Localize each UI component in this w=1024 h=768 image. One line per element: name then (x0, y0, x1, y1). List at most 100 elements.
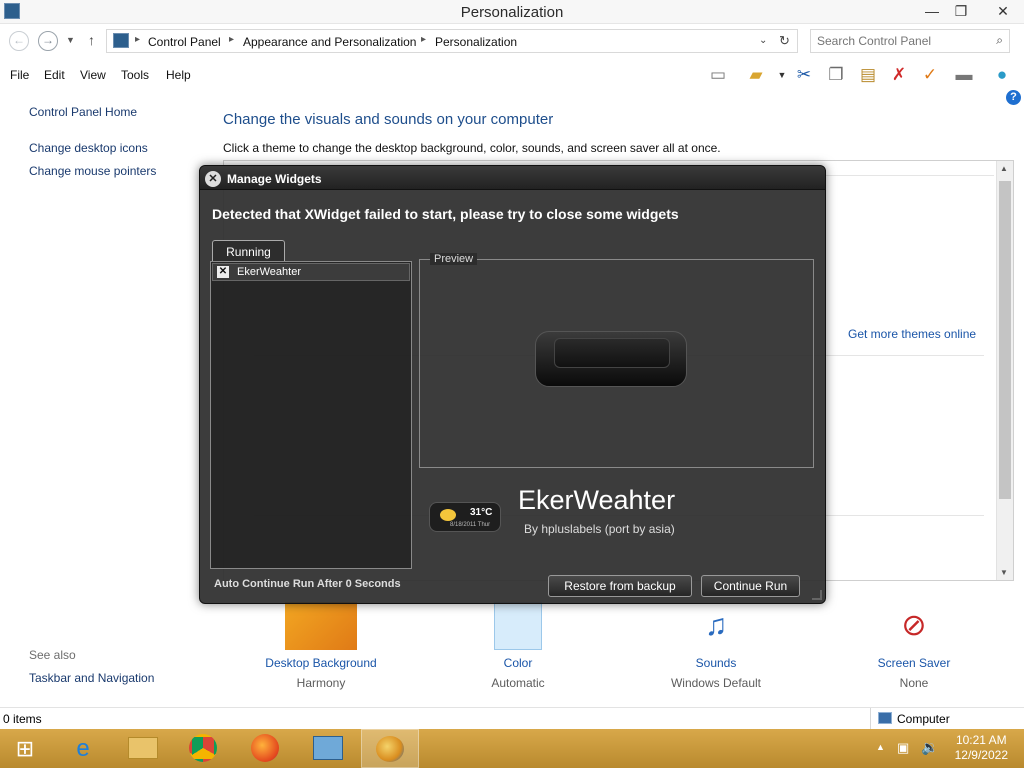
search-input[interactable] (817, 34, 977, 48)
minimize-button[interactable]: — (917, 0, 947, 22)
sounds-value: Windows Default (670, 676, 762, 690)
volume-icon[interactable]: 🔉 (921, 739, 938, 756)
menu-edit[interactable]: Edit (44, 68, 65, 82)
restore-button[interactable]: ❐ (946, 0, 976, 22)
color-item[interactable]: Color Automatic (458, 602, 578, 690)
sun-icon (440, 509, 456, 521)
scroll-up-arrow-icon[interactable]: ▲ (1000, 164, 1008, 173)
up-arrow-icon[interactable]: ↑ (88, 32, 95, 48)
taskbar-navigation-link[interactable]: Taskbar and Navigation (29, 671, 154, 685)
sounds-label[interactable]: Sounds (656, 656, 776, 670)
widget-checkbox[interactable]: ✕ (217, 266, 229, 278)
desktop-background-label[interactable]: Desktop Background (261, 656, 381, 670)
clock[interactable]: 10:21 AM 12/9/2022 (955, 733, 1008, 763)
menu-file[interactable]: File (10, 68, 29, 82)
menu-help[interactable]: Help (166, 68, 191, 82)
address-bar[interactable]: ▸ Control Panel ▸ Appearance and Persona… (106, 29, 798, 53)
back-arrow-icon[interactable]: ← (9, 31, 29, 51)
change-desktop-icons-link[interactable]: Change desktop icons (29, 141, 148, 155)
computer-icon (878, 712, 892, 724)
control-panel-home-link[interactable]: Control Panel Home (29, 105, 137, 119)
widget-author: By hpluslabels (port by asia) (524, 522, 675, 536)
screen-saver-label[interactable]: Screen Saver (854, 656, 974, 670)
screen-saver-value: None (899, 676, 929, 690)
file-explorer-icon[interactable] (114, 729, 172, 768)
tab-running[interactable]: Running (212, 240, 285, 262)
widget-title: EkerWeahter (518, 485, 676, 515)
recent-locations-chevron-icon[interactable]: ▼ (66, 35, 75, 45)
xwidget-taskbar-icon[interactable] (361, 729, 419, 768)
show-hidden-icons-chevron-icon[interactable]: ▲ (876, 742, 885, 752)
auto-continue-text: Auto Continue Run After 0 Seconds (214, 578, 401, 590)
sounds-item[interactable]: ♫ Sounds Windows Default (656, 602, 776, 690)
dialog-message: Detected that XWidget failed to start, p… (212, 206, 679, 222)
page-heading: Change the visuals and sounds on your co… (223, 111, 554, 128)
title-bar: Personalization — ❐ ✕ (0, 0, 1024, 24)
desktop-background-value: Harmony (296, 676, 346, 690)
help-icon[interactable]: ? (1006, 90, 1021, 105)
network-icon[interactable]: ▣ (897, 740, 909, 756)
breadcrumb-separator-icon: ▸ (229, 34, 235, 45)
breadcrumb-control-panel[interactable]: Control Panel (148, 35, 221, 49)
paste-icon[interactable]: ▤ (856, 64, 880, 86)
close-button[interactable]: ✕ (984, 0, 1022, 22)
globe-icon[interactable]: ● (990, 64, 1014, 86)
menu-bar: File Edit View Tools Help ▭ ▰ ▼ ✂ ❐ ▤ ✗ … (0, 62, 1024, 105)
control-panel-taskbar-icon[interactable] (299, 729, 357, 768)
manage-widgets-dialog: ✕ Manage Widgets Detected that XWidget f… (199, 165, 826, 604)
forward-arrow-icon[interactable]: → (38, 31, 58, 51)
folder-options-icon[interactable]: ▰ (744, 64, 768, 86)
search-box[interactable]: ⌕ (810, 29, 1010, 53)
resize-grip-icon[interactable] (812, 590, 822, 600)
chrome-icon[interactable] (174, 729, 232, 768)
weather-date: 8/18/2011 Thur (450, 522, 491, 528)
refresh-icon[interactable]: ↻ (779, 33, 790, 49)
properties-check-icon[interactable]: ✓ (918, 64, 942, 86)
color-label[interactable]: Color (458, 656, 578, 670)
restore-from-backup-button[interactable]: Restore from backup (548, 575, 692, 597)
continue-run-button[interactable]: Continue Run (701, 575, 800, 597)
preview-label: Preview (430, 253, 478, 265)
item-count: 0 items (3, 712, 42, 726)
status-bar: 0 items Computer (0, 707, 1024, 729)
color-palette-icon (494, 602, 542, 650)
rename-icon[interactable]: ▬ (952, 64, 976, 86)
internet-explorer-icon[interactable]: e (54, 729, 112, 768)
running-widgets-list[interactable]: ✕ EkerWeahter (210, 261, 412, 569)
weather-thumbnail: 31°C 8/18/2011 Thur (429, 502, 501, 532)
desktop-background-icon (285, 602, 357, 650)
divider (870, 708, 871, 729)
scroll-down-arrow-icon[interactable]: ▼ (1000, 568, 1008, 577)
breadcrumb-personalization[interactable]: Personalization (435, 35, 517, 49)
layout-pane-icon[interactable]: ▭ (706, 64, 730, 86)
get-more-themes-link[interactable]: Get more themes online (848, 327, 976, 341)
window-title: Personalization (460, 4, 564, 21)
delete-icon[interactable]: ✗ (887, 64, 911, 86)
screen-saver-icon: ⊘ (901, 609, 927, 642)
firefox-icon[interactable] (236, 729, 294, 768)
breadcrumb-separator-icon: ▸ (135, 34, 141, 45)
change-mouse-pointers-link[interactable]: Change mouse pointers (29, 164, 156, 178)
start-button-windows-icon[interactable]: ⊞ (0, 729, 50, 768)
address-dropdown-chevron-icon[interactable]: ⌄ (759, 35, 767, 46)
cut-icon[interactable]: ✂ (792, 64, 816, 86)
breadcrumb-appearance[interactable]: Appearance and Personalization (243, 35, 416, 49)
dialog-close-icon[interactable]: ✕ (205, 171, 221, 187)
breadcrumb-separator-icon: ▸ (421, 34, 427, 45)
theme-list-scrollbar[interactable]: ▲ ▼ (996, 161, 1013, 580)
dropdown-chevron-icon[interactable]: ▼ (770, 64, 794, 86)
menu-view[interactable]: View (80, 68, 106, 82)
see-also-label: See also (29, 648, 76, 662)
search-icon[interactable]: ⌕ (996, 33, 1003, 48)
scrollbar-thumb[interactable] (999, 181, 1011, 499)
taskbar: ⊞ e ▲ ▣ 🔉 10:21 AM 12/9/2022 (0, 729, 1024, 768)
sounds-music-note-icon: ♫ (704, 609, 728, 642)
copy-icon[interactable]: ❐ (824, 64, 848, 86)
list-item[interactable]: ✕ EkerWeahter (212, 263, 410, 281)
menu-tools[interactable]: Tools (121, 68, 149, 82)
desktop-background-item[interactable]: Desktop Background Harmony (261, 602, 381, 690)
clock-time: 10:21 AM (955, 733, 1007, 747)
screen-saver-item[interactable]: ⊘ Screen Saver None (854, 602, 974, 690)
weather-temperature: 31°C (470, 507, 493, 518)
clock-date: 12/9/2022 (954, 748, 1008, 762)
